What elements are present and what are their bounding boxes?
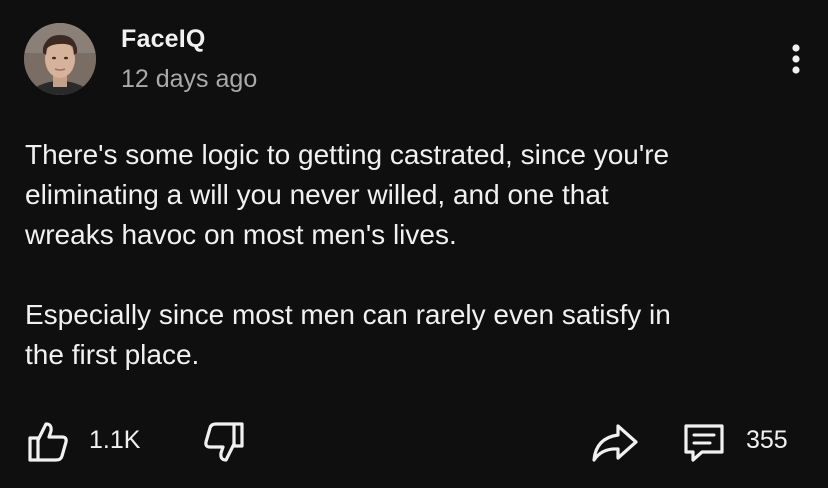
more-options-button[interactable] <box>782 40 810 80</box>
avatar-photo <box>24 23 96 95</box>
share-button[interactable] <box>590 420 640 464</box>
post-timestamp: 12 days ago <box>121 65 258 93</box>
thumbs-up-icon <box>28 422 68 462</box>
thumbs-down-icon <box>204 422 244 462</box>
post-paragraph-2: Especially since most men can rarely eve… <box>25 299 671 370</box>
avatar[interactable] <box>24 23 96 95</box>
author-name[interactable]: FaceIQ <box>121 25 206 54</box>
vertical-ellipsis-icon <box>792 44 800 74</box>
community-post: FaceIQ 12 days ago There's some logic to… <box>0 0 828 488</box>
comment-button[interactable] <box>680 420 728 464</box>
dislike-button[interactable] <box>198 418 248 466</box>
post-body: There's some logic to getting castrated,… <box>25 135 805 375</box>
like-count: 1.1K <box>89 426 141 454</box>
comment-bubble-icon <box>684 424 724 462</box>
post-paragraph-1: There's some logic to getting castrated,… <box>25 139 670 250</box>
share-arrow-icon <box>592 424 638 462</box>
comment-count: 355 <box>746 426 788 454</box>
like-button[interactable] <box>24 418 72 466</box>
